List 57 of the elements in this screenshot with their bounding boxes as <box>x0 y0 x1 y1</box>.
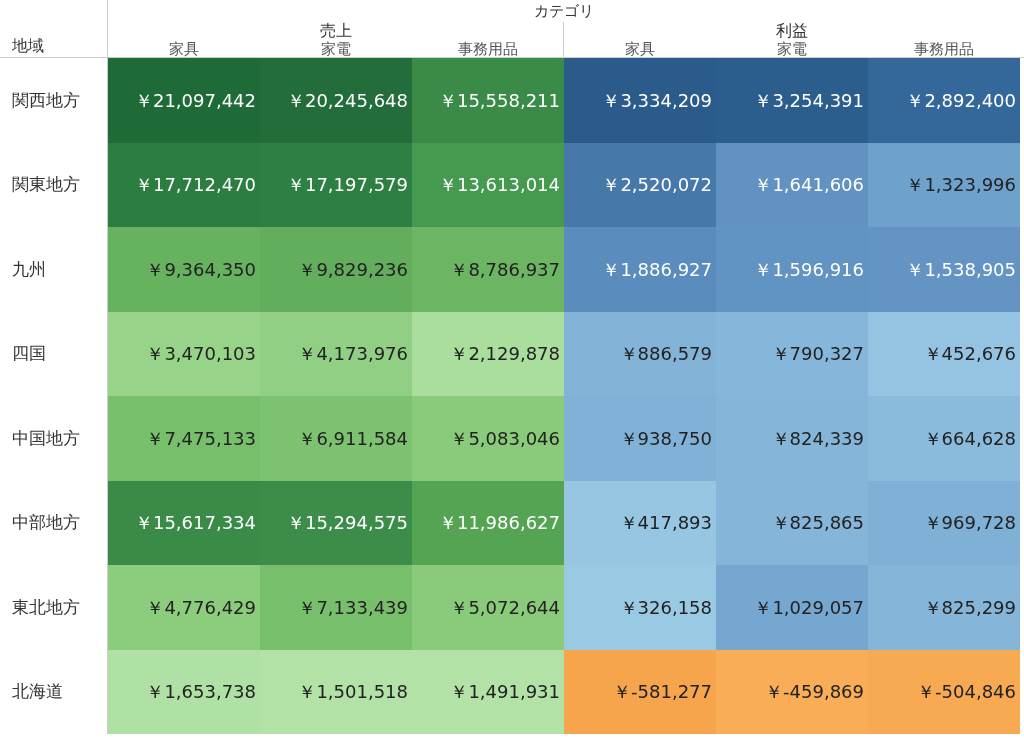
table-cell: ￥7,133,439 <box>260 565 412 650</box>
table-cell: ￥790,327 <box>716 311 868 396</box>
table-cell: ￥969,728 <box>868 480 1020 565</box>
column-header: 家具 <box>168 40 200 58</box>
table-cell: ￥938,750 <box>564 396 716 481</box>
table-cell: ￥5,072,644 <box>412 565 564 650</box>
table-cell: ￥4,173,976 <box>260 311 412 396</box>
table-cell: ￥17,712,470 <box>108 142 260 227</box>
table-cell: ￥11,986,627 <box>412 480 564 565</box>
table-cell: ￥1,538,905 <box>868 227 1020 312</box>
table-cell: ￥2,892,400 <box>868 58 1020 143</box>
table-cell: ￥21,097,442 <box>108 58 260 143</box>
table-cell: ￥1,323,996 <box>868 142 1020 227</box>
column-header: 家電 <box>776 40 808 58</box>
table-cell: ￥20,245,648 <box>260 58 412 143</box>
group-header: 売上 <box>108 22 564 40</box>
table-cell: ￥15,558,211 <box>412 58 564 143</box>
table-cell: ￥17,197,579 <box>260 142 412 227</box>
table-cell: ￥1,596,916 <box>716 227 868 312</box>
table-cell: ￥1,653,738 <box>108 649 260 734</box>
table-cell: ￥3,254,391 <box>716 58 868 143</box>
table-cell: ￥3,334,209 <box>564 58 716 143</box>
table-cell: ￥-504,846 <box>868 649 1020 734</box>
table-cell: ￥1,491,931 <box>412 649 564 734</box>
table-cell: ￥9,829,236 <box>260 227 412 312</box>
table-cell: ￥452,676 <box>868 311 1020 396</box>
table-cell: ￥1,886,927 <box>564 227 716 312</box>
table-cell: ￥1,029,057 <box>716 565 868 650</box>
table-cell: ￥15,617,334 <box>108 480 260 565</box>
table-cell: ￥4,776,429 <box>108 565 260 650</box>
column-title: カテゴリ <box>533 1 595 22</box>
group-header: 利益 <box>775 22 809 40</box>
table-cell: ￥-581,277 <box>564 649 716 734</box>
column-header: 家電 <box>320 40 352 58</box>
table-cell: ￥3,470,103 <box>108 311 260 396</box>
column-header: 事務用品 <box>913 40 975 58</box>
table-cell: ￥824,339 <box>716 396 868 481</box>
table-cell: ￥326,158 <box>564 565 716 650</box>
table-cell: ￥5,083,046 <box>412 396 564 481</box>
table-cell: ￥825,299 <box>868 565 1020 650</box>
table-cell: ￥1,641,606 <box>716 142 868 227</box>
table-cell: ￥8,786,937 <box>412 227 564 312</box>
table-cell: ￥2,520,072 <box>564 142 716 227</box>
row-header: 地域 <box>0 0 108 58</box>
table-cell: ￥9,364,350 <box>108 227 260 312</box>
table-cell: ￥825,865 <box>716 480 868 565</box>
table-cell: ￥664,628 <box>868 396 1020 481</box>
column-header: 家具 <box>624 40 656 58</box>
table-cell: ￥886,579 <box>564 311 716 396</box>
table-cell: ￥-459,869 <box>716 649 868 734</box>
table-cell: ￥1,501,518 <box>260 649 412 734</box>
table-cell: ￥2,129,878 <box>412 311 564 396</box>
table-cell: ￥6,911,584 <box>260 396 412 481</box>
table-cell: ￥417,893 <box>564 480 716 565</box>
table-cell: ￥13,613,014 <box>412 142 564 227</box>
table-cell: ￥7,475,133 <box>108 396 260 481</box>
table-cell: ￥15,294,575 <box>260 480 412 565</box>
